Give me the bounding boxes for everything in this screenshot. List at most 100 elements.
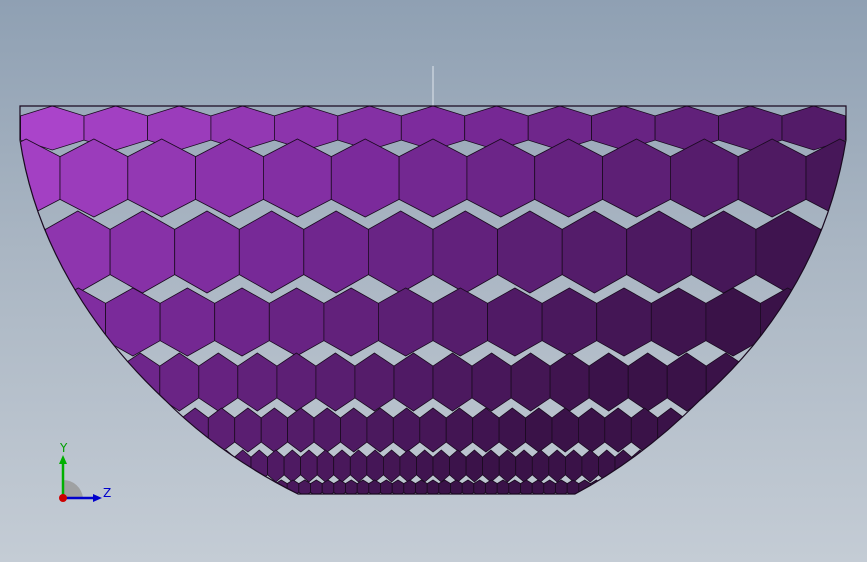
bowl-facet: [581, 449, 599, 483]
bowl-facet: [20, 106, 22, 151]
bowl-facet: [525, 407, 553, 453]
bowl-facet: [159, 287, 216, 357]
bowl-facet: [81, 352, 122, 412]
bowl-facet: [120, 352, 161, 412]
bowl-facet: [498, 407, 526, 453]
bowl-facet: [471, 352, 512, 412]
bowl-facet: [497, 210, 563, 294]
bowl-facet: [549, 352, 590, 412]
bowl-facet: [349, 449, 368, 483]
bowl-facet: [510, 352, 551, 412]
bowl-facet: [647, 449, 666, 483]
bowl-facet: [237, 352, 278, 412]
bowl-facet: [283, 449, 302, 483]
bowl-facet: [234, 407, 262, 453]
bowl-facet: [531, 449, 550, 483]
bowl-facet: [287, 407, 315, 453]
bowl-facet: [195, 138, 264, 218]
bowl-facet: [323, 287, 379, 357]
bowl-facet: [614, 449, 632, 483]
orientation-triad: Y Z: [59, 441, 111, 502]
bowl-facet: [561, 210, 628, 294]
bowl-facet: [392, 407, 421, 453]
bowl-facet: [449, 449, 467, 483]
bowl-facet: [578, 479, 591, 494]
bowl-facet: [845, 106, 846, 151]
bowl-facet: [650, 287, 707, 357]
bowl-facet: [340, 407, 368, 453]
bowl-facet: [744, 352, 785, 412]
bowl-facet: [313, 407, 341, 453]
z-axis-arrow: [93, 494, 102, 502]
bowl-facet: [690, 210, 757, 294]
bowl-facet: [316, 449, 335, 483]
bowl-facet: [627, 352, 668, 412]
bowl-facet: [596, 287, 652, 357]
triad-plane-indicator: [63, 479, 83, 498]
bowl-facet: [432, 449, 450, 483]
bowl-facet: [551, 407, 579, 453]
bowl-facet: [565, 449, 583, 483]
bowl-facet: [534, 138, 603, 218]
bowl-facet: [472, 407, 500, 453]
bowl-facet: [50, 287, 106, 357]
bowl-facet: [710, 407, 738, 453]
bowl-facet: [820, 210, 846, 294]
bowl-facet: [214, 287, 270, 357]
graphics-viewport[interactable]: Y Z: [0, 0, 867, 562]
bowl-facet: [578, 407, 606, 453]
bowl-facet: [300, 449, 318, 483]
bowl-facet: [604, 407, 632, 453]
y-axis-label: Y: [59, 441, 68, 455]
bowl-facet: [174, 210, 240, 294]
bowl-facet: [367, 210, 434, 294]
bowl-facet: [382, 449, 401, 483]
bowl-facet: [393, 352, 434, 412]
z-axis-label: Z: [103, 486, 111, 500]
bowl-facet: [626, 210, 692, 294]
bowl-facet: [541, 287, 598, 357]
bowl-facets: [20, 106, 846, 494]
bowl-facet: [315, 352, 356, 412]
bowl-facet: [755, 210, 821, 294]
bowl-facet: [262, 138, 332, 218]
bowl-facet: [20, 138, 61, 218]
bowl-facet: [366, 449, 384, 483]
bowl-facet: [465, 449, 484, 483]
bowl-facet: [666, 352, 707, 412]
bowl-facet: [198, 352, 239, 412]
x-axis-dot: [59, 494, 67, 502]
bowl-facet: [445, 407, 474, 453]
bowl-facet: [109, 210, 176, 294]
bowl-facet: [613, 479, 626, 494]
bowl-facet: [814, 287, 846, 357]
bowl-facet: [159, 352, 200, 412]
bowl-facet: [333, 449, 351, 483]
bowl-facet: [260, 407, 289, 453]
bowl-facet: [432, 352, 473, 412]
bowl-facet: [398, 138, 468, 218]
bowl-facet: [20, 210, 46, 294]
bowl-facet: [515, 449, 533, 483]
bowl-facet: [207, 407, 236, 453]
bowl-facet: [416, 449, 434, 483]
bowl-facet: [466, 138, 536, 218]
bowl-facet: [268, 287, 325, 357]
bowl-facet: [154, 407, 183, 453]
bowl-facet: [487, 287, 543, 357]
bowl-facet: [602, 138, 671, 218]
bowl-facet: [238, 210, 305, 294]
bowl-facet: [588, 352, 629, 412]
bowl-facet: [399, 449, 417, 483]
bowl-facet: [432, 287, 489, 357]
bowl-facet: [59, 138, 129, 218]
bowl-facet: [263, 479, 276, 494]
bowl-facet: [548, 449, 566, 483]
bowl-facet: [683, 407, 711, 453]
3d-model-bowl[interactable]: [0, 0, 867, 562]
bowl-facet: [805, 138, 846, 218]
bowl-facet: [267, 449, 285, 483]
bowl-facet: [127, 138, 197, 218]
bowl-facet: [432, 210, 499, 294]
bowl-facet: [366, 407, 394, 453]
